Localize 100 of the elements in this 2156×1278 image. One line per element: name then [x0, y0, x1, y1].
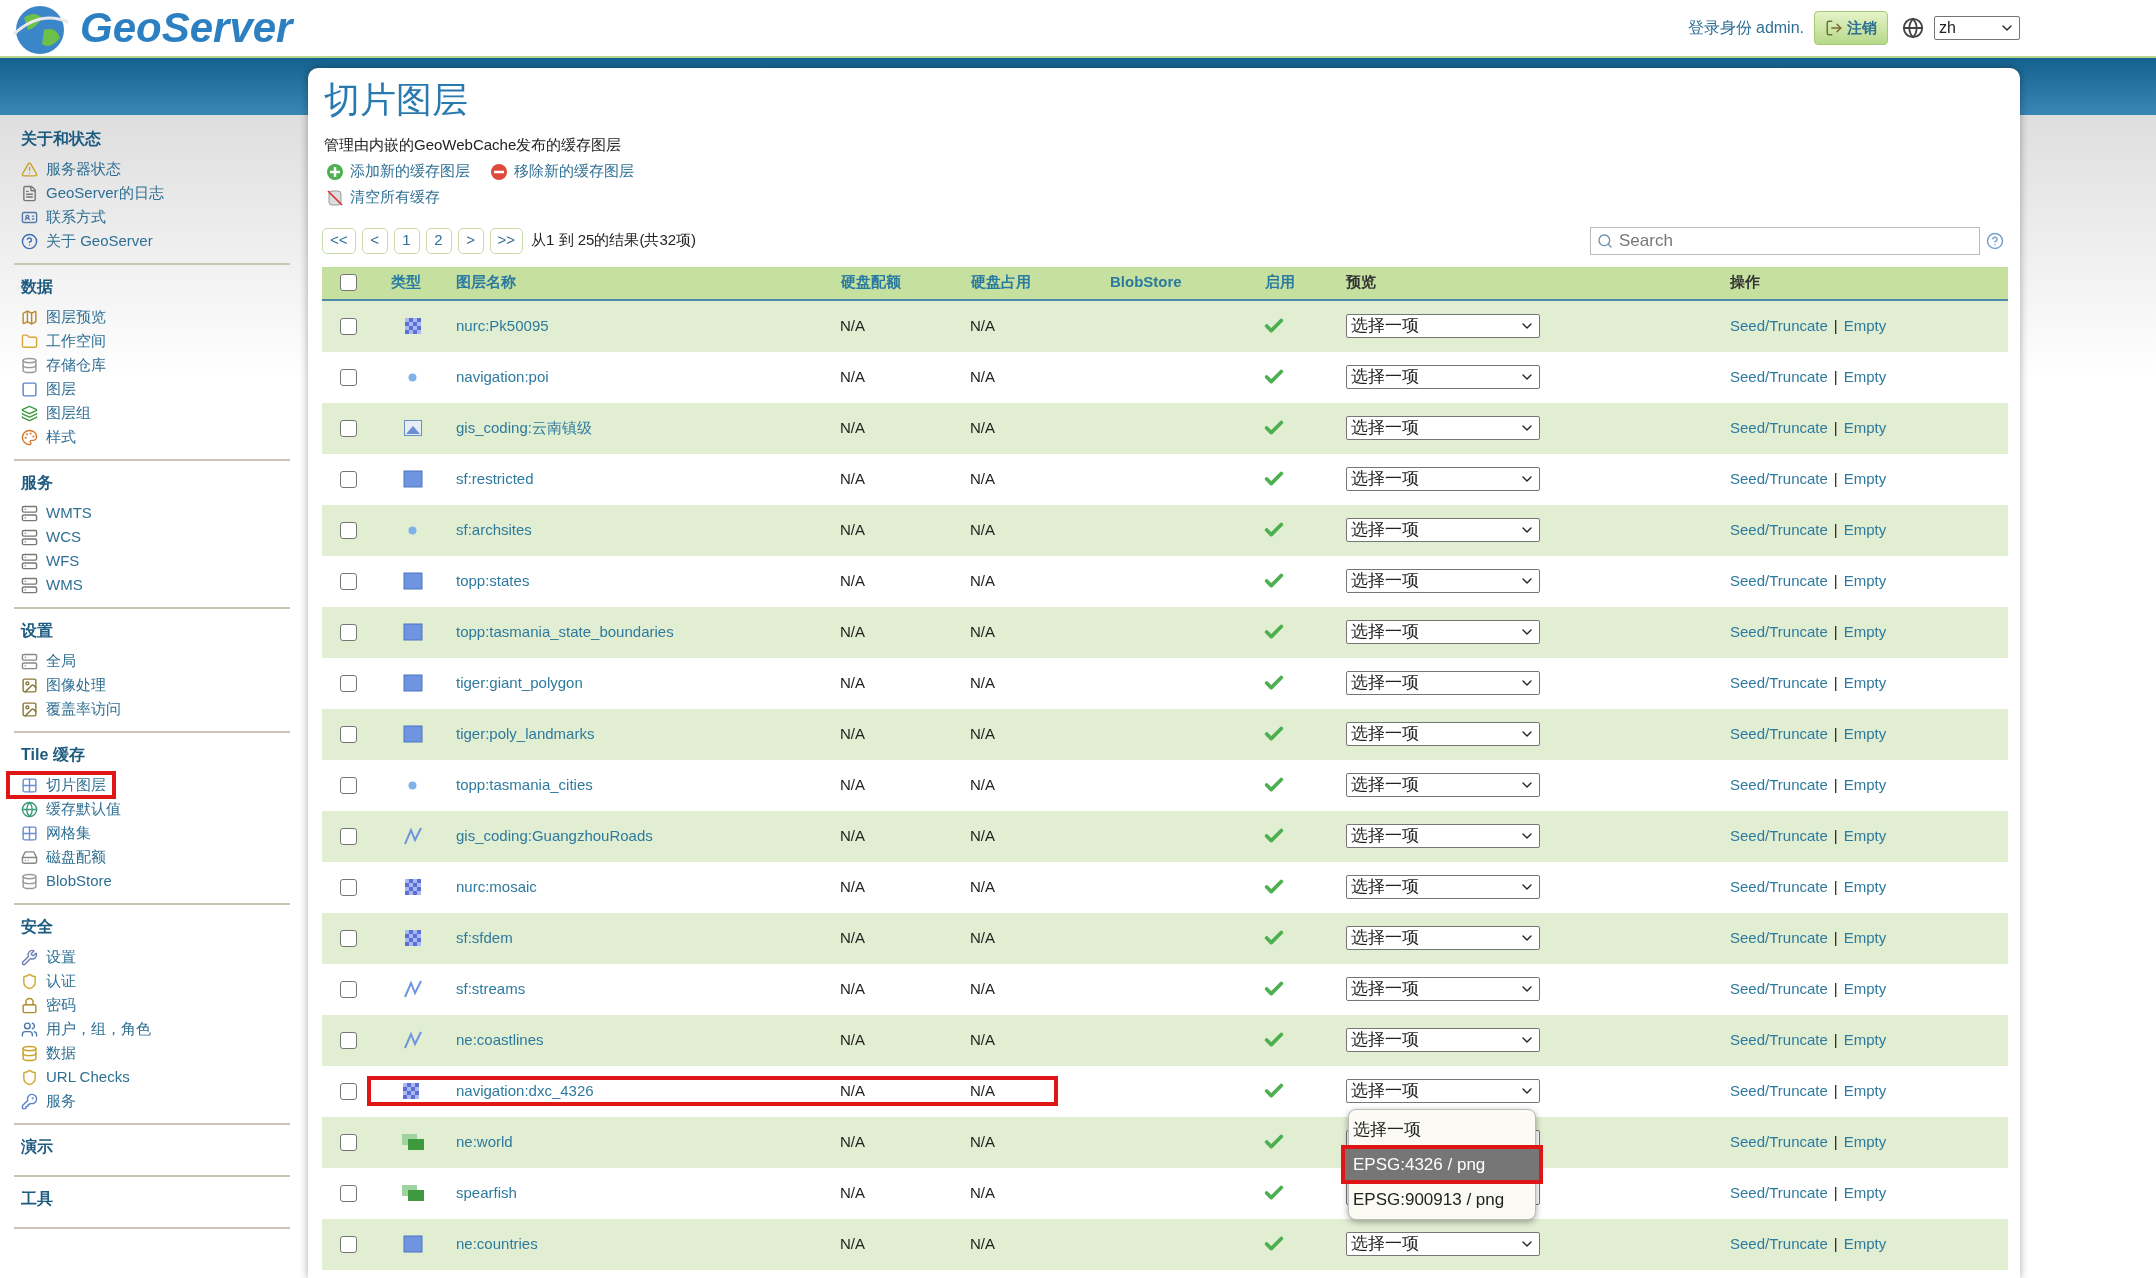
action-link[interactable]: 移除新的缓存图层: [490, 160, 634, 183]
seed-truncate-link[interactable]: Seed/Truncate: [1730, 977, 1828, 1001]
layer-name-link[interactable]: sf:restricted: [456, 469, 534, 487]
checkbox[interactable]: [340, 317, 357, 335]
checkbox[interactable]: [340, 878, 357, 896]
empty-link[interactable]: Empty: [1843, 1232, 1887, 1256]
seed-truncate-link[interactable]: Seed/Truncate: [1730, 314, 1828, 338]
checkbox[interactable]: [340, 521, 357, 539]
seed-truncate-link[interactable]: Seed/Truncate: [1730, 722, 1828, 746]
layer-name-link[interactable]: sf:sfdem: [456, 928, 513, 946]
sidebar-item[interactable]: 服务器状态: [14, 157, 129, 181]
sidebar-item[interactable]: WFS: [14, 549, 88, 573]
layer-name-link[interactable]: nurc:mosaic: [456, 877, 537, 895]
empty-link[interactable]: Empty: [1843, 773, 1887, 797]
layer-name-link[interactable]: topp:states: [456, 571, 530, 589]
preview-select[interactable]: 选择一项: [1346, 518, 1540, 542]
layer-name-link[interactable]: sf:streams: [456, 979, 526, 997]
preview-select[interactable]: 选择一项: [1346, 1028, 1540, 1052]
preview-select[interactable]: 选择一项: [1346, 620, 1540, 644]
checkbox[interactable]: [340, 827, 357, 845]
layer-name-link[interactable]: navigation:dxc_4326: [456, 1081, 594, 1099]
layer-name-link[interactable]: tiger:giant_polygon: [456, 673, 583, 691]
column-header[interactable]: 启用: [1265, 273, 1295, 291]
seed-truncate-link[interactable]: Seed/Truncate: [1730, 671, 1828, 695]
action-link[interactable]: 清空所有缓存: [326, 186, 440, 209]
checkbox[interactable]: [340, 1184, 357, 1202]
language-select[interactable]: zh: [1934, 16, 2020, 40]
checkbox[interactable]: [340, 572, 357, 590]
seed-truncate-link[interactable]: Seed/Truncate: [1730, 518, 1828, 542]
layer-name-link[interactable]: nurc:Pk50095: [456, 316, 549, 334]
page-button[interactable]: >>: [489, 227, 524, 254]
page-button[interactable]: 1: [393, 227, 420, 254]
column-header[interactable]: 硬盘配额: [841, 273, 901, 291]
layer-name-link[interactable]: topp:tasmania_cities: [456, 775, 593, 793]
preview-select[interactable]: 选择一项: [1346, 824, 1540, 848]
sidebar-item[interactable]: 认证: [14, 969, 84, 993]
layer-name-link[interactable]: gis_coding:GuangzhouRoads: [456, 826, 653, 844]
checkbox[interactable]: [340, 1031, 357, 1049]
sidebar-item[interactable]: 服务: [14, 1089, 84, 1113]
empty-link[interactable]: Empty: [1843, 875, 1887, 899]
sidebar-item[interactable]: 工作空间: [14, 329, 114, 353]
page-button[interactable]: <<: [322, 227, 356, 254]
empty-link[interactable]: Empty: [1843, 671, 1887, 695]
empty-link[interactable]: Empty: [1843, 1181, 1887, 1205]
sidebar-item[interactable]: 图像处理: [14, 673, 114, 697]
dropdown-option[interactable]: EPSG:4326 / png: [1343, 1147, 1541, 1182]
sidebar-item[interactable]: 样式: [14, 425, 84, 449]
sidebar-item[interactable]: 设置: [14, 945, 84, 969]
sidebar-item[interactable]: 密码: [14, 993, 84, 1017]
sidebar-item[interactable]: BlobStore: [14, 869, 120, 893]
sidebar-item[interactable]: 图层: [14, 377, 84, 401]
checkbox[interactable]: [340, 929, 357, 947]
sidebar-item[interactable]: 存储仓库: [14, 353, 114, 377]
sidebar-item[interactable]: WCS: [14, 525, 89, 549]
sidebar-item[interactable]: 联系方式: [14, 205, 114, 229]
dropdown-option[interactable]: EPSG:900913 / png: [1349, 1182, 1535, 1217]
empty-link[interactable]: Empty: [1843, 722, 1887, 746]
checkbox[interactable]: [340, 980, 357, 998]
sidebar-item[interactable]: 缓存默认值: [14, 797, 129, 821]
empty-link[interactable]: Empty: [1843, 518, 1887, 542]
seed-truncate-link[interactable]: Seed/Truncate: [1730, 467, 1828, 491]
checkbox[interactable]: [340, 674, 357, 692]
checkbox[interactable]: [340, 725, 357, 743]
checkbox[interactable]: [340, 368, 357, 386]
preview-select[interactable]: 选择一项: [1346, 569, 1540, 593]
seed-truncate-link[interactable]: Seed/Truncate: [1730, 1079, 1828, 1103]
empty-link[interactable]: Empty: [1843, 467, 1887, 491]
preview-select[interactable]: 选择一项: [1346, 1232, 1540, 1256]
empty-link[interactable]: Empty: [1843, 314, 1887, 338]
preview-select[interactable]: 选择一项: [1346, 467, 1540, 491]
column-header[interactable]: 图层名称: [456, 273, 516, 291]
seed-truncate-link[interactable]: Seed/Truncate: [1730, 416, 1828, 440]
empty-link[interactable]: Empty: [1843, 569, 1887, 593]
sidebar-item[interactable]: 切片图层: [8, 773, 114, 797]
page-button[interactable]: >: [457, 227, 484, 254]
column-header[interactable]: BlobStore: [1110, 273, 1182, 291]
sidebar-item[interactable]: 全局: [14, 649, 84, 673]
preview-select[interactable]: 选择一项: [1346, 722, 1540, 746]
sidebar-item[interactable]: 数据: [14, 1041, 84, 1065]
sidebar-item[interactable]: 关于 GeoServer: [14, 229, 161, 253]
seed-truncate-link[interactable]: Seed/Truncate: [1730, 1181, 1828, 1205]
checkbox[interactable]: [340, 1133, 357, 1151]
seed-truncate-link[interactable]: Seed/Truncate: [1730, 1232, 1828, 1256]
sidebar-item[interactable]: 磁盘配额: [14, 845, 114, 869]
empty-link[interactable]: Empty: [1843, 1130, 1887, 1154]
empty-link[interactable]: Empty: [1843, 824, 1887, 848]
dropdown-option[interactable]: 选择一项: [1349, 1112, 1535, 1147]
empty-link[interactable]: Empty: [1843, 620, 1887, 644]
empty-link[interactable]: Empty: [1843, 365, 1887, 389]
empty-link[interactable]: Empty: [1843, 1028, 1887, 1052]
layer-name-link[interactable]: ne:coastlines: [456, 1030, 544, 1048]
preview-select[interactable]: 选择一项: [1346, 365, 1540, 389]
sidebar-item[interactable]: GeoServer的日志: [14, 181, 172, 205]
seed-truncate-link[interactable]: Seed/Truncate: [1730, 926, 1828, 950]
preview-select[interactable]: 选择一项: [1346, 875, 1540, 899]
sidebar-item[interactable]: WMS: [14, 573, 91, 597]
sidebar-item[interactable]: 图层组: [14, 401, 99, 425]
layer-name-link[interactable]: tiger:poly_landmarks: [456, 724, 595, 742]
checkbox[interactable]: [340, 1235, 357, 1253]
sidebar-item[interactable]: 用户，组，角色: [14, 1017, 159, 1041]
